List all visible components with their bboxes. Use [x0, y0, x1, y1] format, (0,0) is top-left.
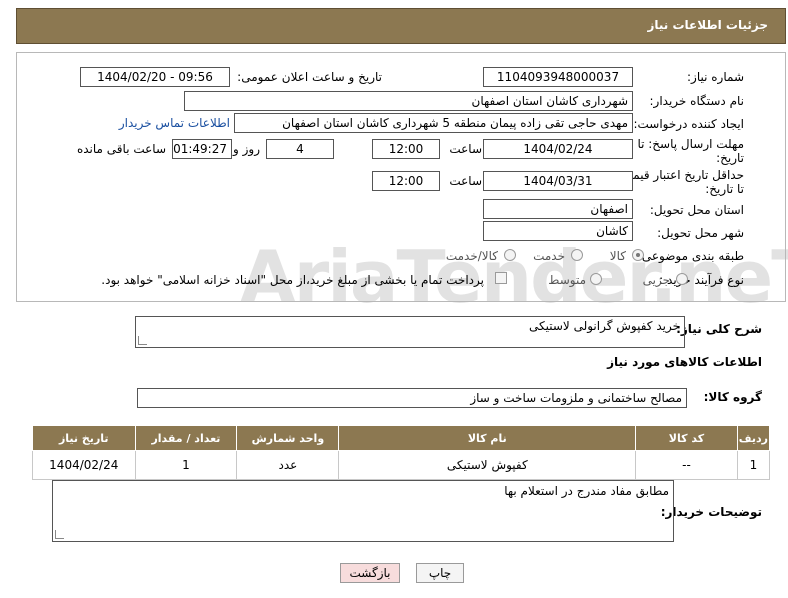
time-remaining-field: 01:49:27: [172, 139, 232, 159]
process-label: نوع فرآیند خرید :: [659, 273, 744, 287]
goods-table: ردیف کد کالا نام کالا واحد شمارش تعداد /…: [32, 425, 771, 480]
city-field: کاشان: [483, 221, 633, 241]
buyer-org-label: نام دستگاه خریدار:: [649, 94, 745, 108]
deadline-time-field: 12:00: [372, 139, 440, 159]
buyer-notes-text: مطابق مفاد مندرج در استعلام بها: [504, 484, 669, 498]
goods-group-field: مصالح ساختمانی و ملزومات ساخت و ساز: [137, 388, 687, 408]
days-label: روز و: [233, 142, 260, 156]
cell-quantity: 1: [134, 450, 238, 480]
validity-label-1: حداقل تاریخ اعتبار قیمت:: [617, 168, 744, 182]
resize-grip-icon[interactable]: [55, 530, 64, 539]
category-radio-goods[interactable]: [632, 249, 644, 261]
cell-code: --: [635, 450, 738, 480]
column-header-name: نام کالا: [338, 425, 637, 451]
process-option-medium: متوسط: [548, 273, 586, 287]
need-number-field: 1104093948000037: [483, 67, 633, 87]
description-textarea[interactable]: خرید کفپوش گرانولی لاستیکی: [135, 316, 685, 348]
column-header-quantity: تعداد / مقدار: [134, 425, 238, 451]
category-label: طبقه بندی موضوعی:: [637, 249, 744, 263]
description-text: خرید کفپوش گرانولی لاستیکی: [528, 319, 680, 333]
treasury-payment-checkbox[interactable]: [495, 272, 507, 284]
validity-date-field: 1404/03/31: [483, 171, 633, 191]
process-radio-minor[interactable]: [676, 273, 688, 285]
goods-group-label: گروه کالا:: [703, 390, 762, 404]
buyer-notes-textarea[interactable]: مطابق مفاد مندرج در استعلام بها: [52, 480, 674, 542]
buyer-contact-link[interactable]: اطلاعات تماس خریدار: [119, 116, 230, 130]
need-number-label: شماره نیاز:: [687, 70, 744, 84]
province-label: استان محل تحویل:: [649, 203, 744, 217]
cell-unit: عدد: [236, 450, 340, 480]
city-label: شهر محل تحویل:: [657, 226, 744, 240]
process-option-minor: جزیی: [642, 273, 670, 287]
days-remaining-field: 4: [266, 139, 334, 159]
goods-table-header: ردیف کد کالا نام کالا واحد شمارش تعداد /…: [32, 425, 771, 451]
resize-grip-icon[interactable]: [138, 336, 147, 345]
category-option-goods: کالا: [609, 249, 626, 263]
deadline-date-field: 1404/02/24: [483, 139, 633, 159]
table-row: 1 -- کفپوش لاستیکی عدد 1 1404/02/24: [32, 450, 771, 480]
back-button[interactable]: بازگشت: [340, 563, 400, 583]
treasury-payment-note: پرداخت تمام یا بخشی از مبلغ خرید،از محل …: [101, 273, 484, 287]
deadline-label-2: تاریخ:: [716, 151, 744, 165]
cell-name: کفپوش لاستیکی: [338, 450, 637, 480]
creator-label: ایجاد کننده درخواست:: [633, 117, 744, 131]
province-field: اصفهان: [483, 199, 633, 219]
validity-time-field: 12:00: [372, 171, 440, 191]
category-radio-service[interactable]: [571, 249, 583, 261]
category-radio-goods-service[interactable]: [504, 249, 516, 261]
announce-date-field: 1404/02/20 - 09:56: [80, 67, 230, 87]
validity-time-label: ساعت: [449, 174, 482, 188]
column-header-unit: واحد شمارش: [236, 425, 340, 451]
column-header-code: کد کالا: [635, 425, 738, 451]
deadline-time-label: ساعت: [449, 142, 482, 156]
cell-row-number: 1: [736, 450, 771, 480]
time-remaining-label: ساعت باقی مانده: [76, 142, 166, 156]
cell-need-date: 1404/02/24: [32, 450, 136, 480]
deadline-label-1: مهلت ارسال پاسخ: تا: [637, 137, 744, 151]
column-header-need-date: تاریخ نیاز: [32, 425, 136, 451]
category-option-goods-service: کالا/خدمت: [445, 249, 498, 263]
creator-field: مهدی حاجی تقی زاده پیمان منطقه 5 شهرداری…: [234, 113, 633, 133]
page-title: جزئیات اطلاعات نیاز: [647, 18, 768, 32]
column-header-row-number: ردیف: [736, 425, 771, 451]
process-radio-medium[interactable]: [590, 273, 602, 285]
validity-label-2: تا تاریخ:: [705, 182, 744, 196]
category-option-service: خدمت: [533, 249, 565, 263]
goods-section-title: اطلاعات کالاهای مورد نیاز: [607, 355, 762, 369]
buyer-notes-label: توضیحات خریدار:: [660, 505, 762, 519]
announce-date-label: تاریخ و ساعت اعلان عمومی:: [237, 70, 382, 84]
description-label: شرح کلی نیاز:: [676, 322, 762, 336]
buyer-org-field: شهرداری کاشان استان اصفهان: [184, 91, 633, 111]
print-button[interactable]: چاپ: [416, 563, 464, 583]
